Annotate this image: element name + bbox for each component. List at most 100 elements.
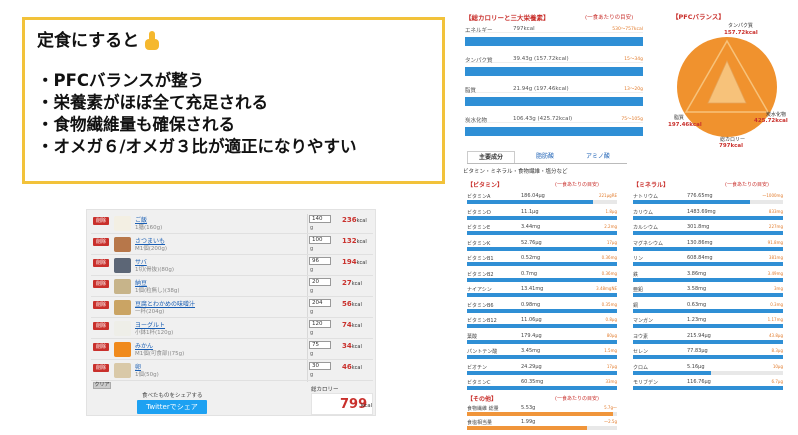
food-kcal: 27kcal — [342, 279, 362, 287]
nutrient-row: 食塩相当量 1.99g 〜2.5g — [467, 419, 619, 432]
quantity-input[interactable]: 96 — [309, 257, 331, 265]
callout-title: 定食にすると — [37, 31, 140, 51]
callout-point: ・オメガ６/オメガ３比が適正になりやすい — [37, 137, 357, 156]
food-kcal-value: 56 — [342, 300, 352, 308]
delete-button[interactable]: 削除 — [93, 301, 109, 309]
nutrient-target: 0.36mg — [601, 255, 617, 260]
quantity-input[interactable]: 140 — [309, 215, 331, 223]
pfc-protein-label: タンパク質 — [728, 22, 753, 29]
nutrient-label: ビタミンB12 — [467, 318, 497, 324]
nutrient-row: ビタミンB12 11.06μg 0.8μg — [467, 317, 619, 330]
delete-button[interactable]: 削除 — [93, 238, 109, 246]
quantity-input[interactable]: 100 — [309, 236, 331, 244]
nutrient-row: 葉酸 179.4μg 80μg — [467, 333, 619, 346]
twitter-share-button[interactable]: Twitterでシェア — [137, 400, 207, 414]
food-kcal: 194kcal — [342, 258, 367, 266]
nutrient-value: 3.44mg — [521, 224, 541, 230]
food-kcal-value: 236 — [342, 216, 357, 224]
nutrient-row: ビタミンC 60.35mg 33mg — [467, 379, 619, 392]
nutrient-label: マンガン — [633, 318, 654, 324]
nutrient-label: ビタミンA — [467, 194, 491, 200]
clear-button[interactable]: クリア — [93, 382, 111, 389]
nutrient-row: ナイアシン 13.41mg 3.48mgNE — [467, 286, 619, 299]
nutrient-value: 3.58mg — [687, 286, 707, 292]
nutrient-bar-fill — [633, 200, 750, 204]
nutrient-value: 0.63mg — [687, 301, 707, 308]
tab-fatty-acids[interactable]: 脂肪酸 — [523, 151, 567, 163]
total-calorie-label: 総カロリー — [311, 387, 339, 393]
food-kcal: 34kcal — [342, 342, 362, 350]
macro-note: (一食あたりの目安) — [585, 15, 634, 21]
pointing-down-hand-icon — [143, 31, 161, 51]
nutrient-target: 33mg — [605, 379, 617, 384]
food-portion: M1個(200g) — [135, 246, 168, 252]
nutrient-row: マグネシウム 130.86mg 91.8mg — [633, 240, 785, 253]
nutrient-bar-fill — [467, 293, 617, 297]
nutrient-value: 1.23mg — [687, 317, 707, 323]
nutrient-tabs: 主要成分 脂肪酸 アミノ酸 — [467, 151, 627, 163]
nutrient-target: 10μg — [772, 363, 783, 369]
nutrient-value: 0.98mg — [521, 301, 541, 308]
nutrient-label: マグネシウム — [633, 240, 664, 247]
nutrient-bar-fill — [633, 324, 783, 328]
delete-button[interactable]: 削除 — [93, 343, 109, 351]
nutrient-target: 0.8μg — [605, 317, 617, 322]
pfc-carb-label: 炭水化物 — [766, 111, 786, 118]
mineral-note: (一食あたりの目安) — [725, 182, 769, 188]
macro-label: 脂質 — [465, 88, 477, 94]
food-thumbnail — [114, 300, 131, 315]
nutrient-row: カルシウム 301.8mg 227mg — [633, 224, 785, 237]
nutrient-target: 1.5mg — [604, 348, 617, 353]
quantity-input[interactable]: 30 — [309, 362, 331, 370]
nutrient-row: セレン 77.83μg 8.3μg — [633, 348, 785, 361]
delete-button[interactable]: 削除 — [93, 364, 109, 372]
meal-item-row: 削除卵 1個(50g) 30 g 46kcal — [91, 361, 373, 381]
nutrient-row: 鉄 3.86mg 3.49mg — [633, 271, 785, 284]
delete-button[interactable]: 削除 — [93, 322, 109, 330]
delete-button[interactable]: 削除 — [93, 217, 109, 225]
quantity-input[interactable]: 20 — [309, 278, 331, 286]
macro-row: 炭水化物 106.43g (425.72kcal) 75〜105g — [465, 114, 645, 144]
quantity-input[interactable]: 204 — [309, 299, 331, 307]
nutrient-row: マンガン 1.23mg 1.17mg — [633, 317, 785, 330]
nutrient-bar-fill — [467, 370, 617, 375]
nutrient-label: ナイアシン — [467, 287, 492, 293]
nutrient-value: 1483.69mg — [687, 208, 716, 215]
nutrient-label: モリブデン — [633, 380, 659, 386]
food-kcal-unit: kcal — [351, 323, 362, 329]
nutrient-value: 77.83μg — [687, 348, 708, 354]
nutrient-label: リン — [633, 256, 644, 262]
quantity-unit: g — [310, 351, 314, 357]
macro-target: 15〜34g — [624, 57, 643, 62]
callout-point: ・栄養素がほぼ全て充足される — [37, 93, 268, 112]
quantity-input[interactable]: 120 — [309, 320, 331, 328]
nutrient-bar-fill — [467, 215, 617, 220]
nutrient-bar-fill — [467, 339, 617, 344]
tab-main-components[interactable]: 主要成分 — [467, 151, 515, 163]
nutrient-label: ヨウ素 — [633, 333, 649, 340]
nutrient-bar-fill — [633, 293, 783, 297]
food-thumbnail — [114, 216, 131, 231]
nutrient-row: ナトリウム 776.65mg 〜1000mg — [633, 193, 785, 206]
quantity-input[interactable]: 75 — [309, 341, 331, 349]
nutrient-label: パントテン酸 — [467, 349, 498, 355]
nutrient-label: ビタミンD — [467, 209, 491, 216]
nutrient-value: 60.35mg — [521, 379, 544, 385]
nutrient-target: 80μg — [606, 332, 617, 338]
nutrient-target: 833mg — [768, 208, 783, 214]
nutrient-target: 381mg — [768, 255, 783, 260]
delete-button[interactable]: 削除 — [93, 259, 109, 267]
callout-point: ・食物繊維量も確保される — [37, 115, 235, 134]
nutrient-target: 91.8mg — [767, 239, 783, 245]
delete-button[interactable]: 削除 — [93, 280, 109, 288]
nutrient-bar-fill — [633, 277, 783, 282]
tab-amino-acids[interactable]: アミノ酸 — [575, 151, 621, 163]
nutrient-value: 24.29μg — [521, 363, 542, 370]
nutrient-label: セレン — [633, 349, 649, 355]
nutrient-value: 116.76μg — [687, 379, 711, 385]
macro-row-divider — [465, 122, 643, 123]
nutrient-bar-fill — [467, 308, 617, 313]
nutrient-value: 3.45mg — [521, 348, 541, 354]
pfc-fat-label: 脂質 — [674, 114, 684, 121]
nutrient-bar-fill — [633, 339, 783, 344]
